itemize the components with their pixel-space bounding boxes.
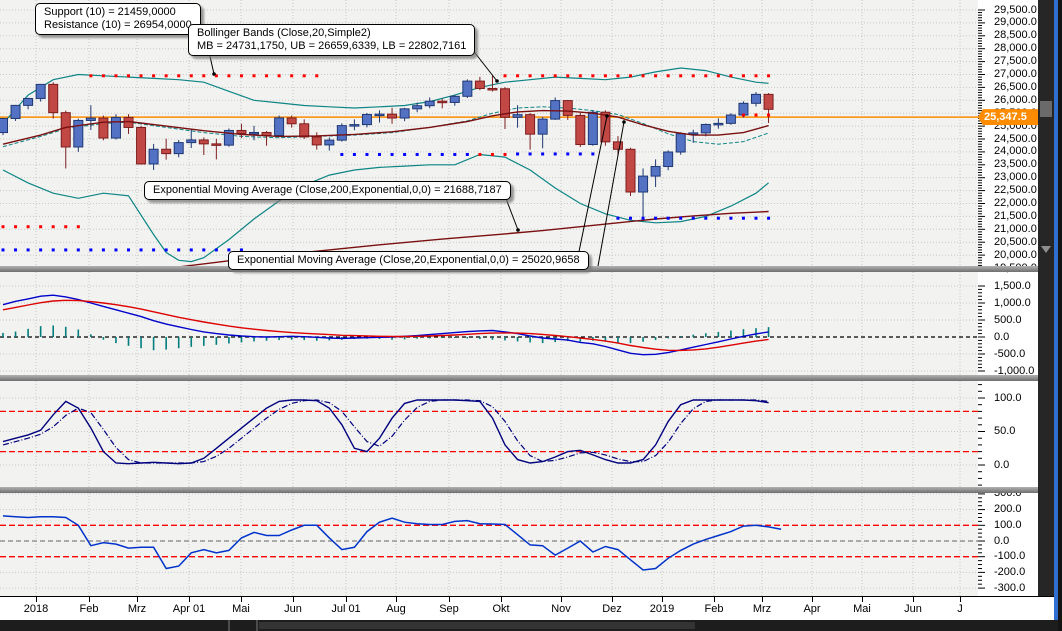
ema20-label: Exponential Moving Average (Close,20,Exp… bbox=[237, 254, 580, 266]
vertical-scrollbar[interactable] bbox=[1038, 0, 1054, 596]
ema200-label: Exponential Moving Average (Close,200,Ex… bbox=[153, 184, 502, 196]
resistance-label: Resistance (10) = 26954,0000 bbox=[44, 19, 192, 31]
horizontal-scrollbar[interactable] bbox=[0, 620, 1062, 631]
panel-splitter[interactable] bbox=[0, 487, 1056, 493]
scrollbar-separator bbox=[256, 620, 258, 631]
chart-plot-area[interactable] bbox=[0, 0, 1062, 631]
callout-support-resistance[interactable]: Support (10) = 21459,0000 Resistance (10… bbox=[35, 3, 201, 35]
callout-ema200[interactable]: Exponential Moving Average (Close,200,Ex… bbox=[144, 181, 511, 200]
bollinger-name-label: Bollinger Bands (Close,20,Simple2) bbox=[197, 27, 371, 39]
callout-ema20[interactable]: Exponential Moving Average (Close,20,Exp… bbox=[228, 251, 589, 270]
charting-window: 29,500.029,000.028,500.028,000.027,500.0… bbox=[0, 0, 1062, 631]
scrollbar-separator bbox=[228, 620, 230, 631]
vertical-scrollbar-thumb[interactable] bbox=[1040, 101, 1052, 117]
scrollbar-down-arrow-icon[interactable] bbox=[1041, 246, 1051, 253]
support-label: Support (10) = 21459,0000 bbox=[44, 6, 176, 18]
current-price-tag: 25,347.5 bbox=[978, 109, 1038, 125]
horizontal-scrollbar-thumb[interactable] bbox=[259, 622, 695, 629]
callout-bollinger[interactable]: Bollinger Bands (Close,20,Simple2) MB = … bbox=[188, 24, 475, 56]
window-edge bbox=[1058, 0, 1062, 631]
panel-splitter[interactable] bbox=[0, 375, 1056, 381]
bollinger-values-label: MB = 24731,1750, UB = 26659,6339, LB = 2… bbox=[197, 40, 466, 52]
